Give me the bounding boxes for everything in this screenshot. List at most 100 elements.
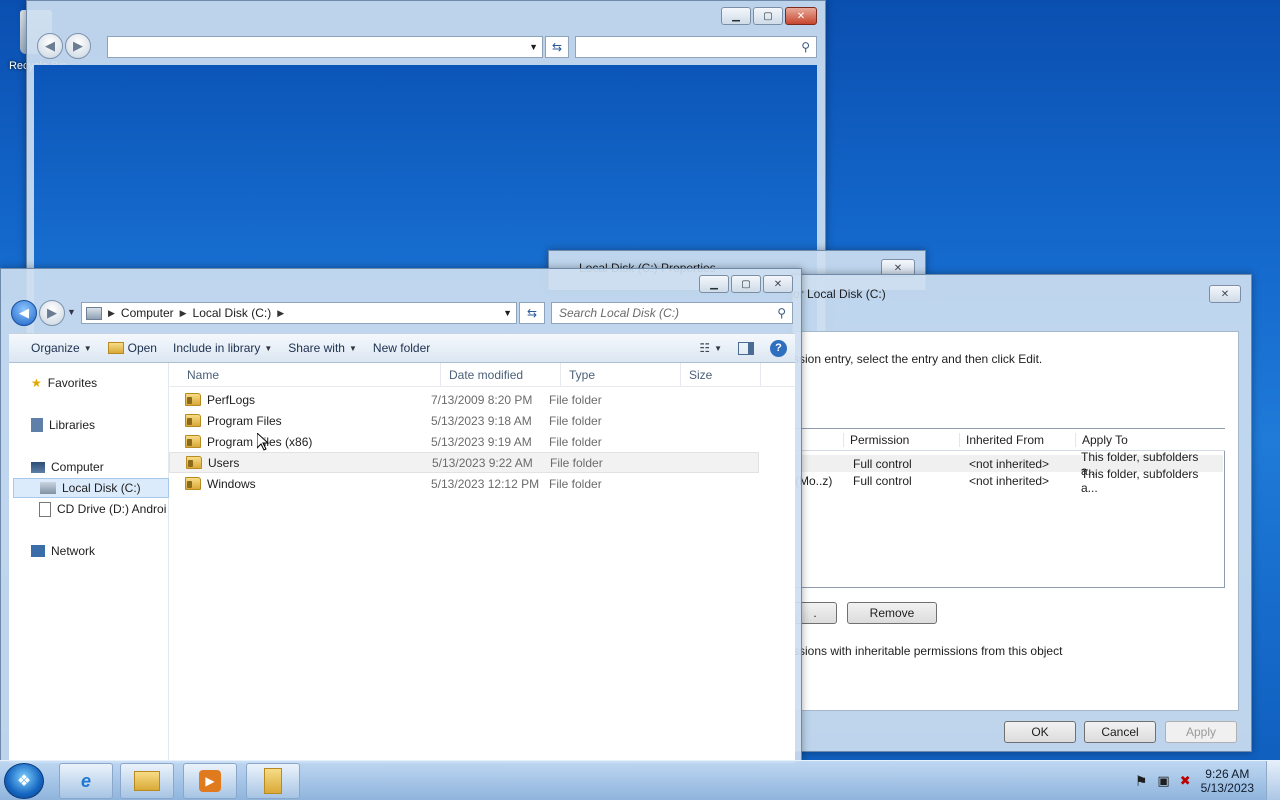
file-row[interactable]: Windows 5/13/2023 12:12 PM File folder: [169, 473, 759, 494]
cancel-button[interactable]: Cancel: [1084, 721, 1156, 743]
arrow-left-icon: ◀: [19, 305, 29, 320]
minimize-icon: ▁: [732, 10, 740, 22]
open-button[interactable]: Open: [100, 333, 165, 363]
permission-row[interactable]: (Mo..z) Full control <not inherited> Thi…: [793, 467, 1223, 495]
nav-computer[interactable]: Computer: [31, 457, 104, 477]
back-button[interactable]: ◀: [11, 300, 37, 326]
file-row[interactable]: Program Files 5/13/2023 9:18 AM File folde…: [169, 410, 759, 431]
breadcrumb-separator-icon[interactable]: ▶: [180, 308, 187, 319]
ok-button[interactable]: OK: [1004, 721, 1076, 743]
chevron-down-icon[interactable]: ▼: [503, 308, 512, 318]
permissions-hint: ssion entry, select the entry and then c…: [793, 352, 1043, 366]
close-icon: ✕: [773, 278, 783, 290]
explorer-caption-buttons: ▁ ▢ ✕: [699, 275, 793, 293]
refresh-icon: ⇆: [551, 40, 563, 54]
apply-button[interactable]: Apply: [1165, 721, 1237, 743]
advanced-title: or Local Disk (C:): [793, 287, 886, 301]
start-button[interactable]: ❖: [4, 763, 44, 799]
permission-entries-list[interactable]: Permission Inherited From Apply To Full …: [793, 428, 1225, 588]
network-icon[interactable]: ▣: [1157, 773, 1169, 789]
col-inherited-from[interactable]: Inherited From: [959, 432, 1075, 447]
advanced-security-window[interactable]: or Local Disk (C:) ✕ ssion entry, select…: [792, 274, 1252, 752]
star-icon: ★: [31, 376, 42, 390]
arrow-right-icon: ▶: [47, 305, 57, 320]
media-player-icon: ▶: [199, 770, 221, 792]
organize-button[interactable]: Organize ▼: [9, 333, 100, 363]
help-button[interactable]: ?: [762, 333, 795, 363]
col-type[interactable]: Type: [561, 362, 681, 387]
nav-local-disk[interactable]: Local Disk (C:): [13, 478, 169, 498]
remove-button[interactable]: Remove: [847, 602, 937, 624]
search-icon: ⚲: [777, 306, 786, 320]
include-in-library-button[interactable]: Include in library ▼: [165, 333, 280, 363]
search-placeholder: Search Local Disk (C:): [559, 306, 680, 320]
permissions-panel: ssion entry, select the entry and then c…: [793, 331, 1239, 711]
breadcrumb-local-disk[interactable]: Local Disk (C:): [193, 306, 272, 320]
col-name[interactable]: Name: [169, 362, 441, 387]
nav-cd-drive[interactable]: CD Drive (D:) Androi: [39, 499, 169, 519]
breadcrumb-computer[interactable]: Computer: [121, 306, 174, 320]
volume-muted-icon[interactable]: ✖: [1180, 773, 1191, 789]
close-button[interactable]: ✕: [763, 275, 793, 293]
maximize-button[interactable]: ▢: [753, 7, 783, 25]
help-icon: ?: [770, 339, 787, 357]
folder-icon: [185, 477, 201, 490]
col-apply-to[interactable]: Apply To: [1075, 432, 1215, 447]
share-with-button[interactable]: Share with ▼: [280, 333, 365, 363]
maximize-button[interactable]: ▢: [731, 275, 761, 293]
recent-pages-chevron-icon[interactable]: ▼: [67, 307, 76, 317]
mouse-cursor-icon: [256, 431, 270, 451]
back-button[interactable]: ◀: [37, 33, 63, 59]
forward-button[interactable]: ▶: [39, 300, 65, 326]
taskbar-explorer-button[interactable]: [120, 763, 174, 799]
replace-permissions-label: ssions with inheritable permissions from…: [793, 644, 1063, 658]
address-bar[interactable]: ▼: [107, 36, 543, 58]
nav-libraries[interactable]: Libraries: [31, 415, 95, 435]
close-icon: ✕: [893, 262, 903, 274]
nav-favorites[interactable]: ★ Favorites: [31, 373, 97, 393]
taskbar-folder-button[interactable]: [246, 763, 300, 799]
change-view-button[interactable]: ☷ ▼: [691, 333, 730, 363]
folder-icon: [185, 393, 201, 406]
minimize-button[interactable]: ▁: [699, 275, 729, 293]
taskbar-media-player-button[interactable]: ▶: [183, 763, 237, 799]
address-bar[interactable]: ▶ Computer ▶ Local Disk (C:) ▶ ▼: [81, 302, 517, 324]
close-button[interactable]: ✕: [785, 7, 817, 25]
breadcrumb-separator-icon[interactable]: ▶: [277, 308, 284, 319]
col-date-modified[interactable]: Date modified: [441, 362, 561, 387]
preview-pane-button[interactable]: [730, 333, 762, 363]
nav-network[interactable]: Network: [31, 541, 95, 561]
navigation-pane: ★ Favorites Libraries Computer Local Disk…: [9, 363, 169, 763]
chevron-down-icon[interactable]: ▼: [529, 42, 538, 52]
file-row[interactable]: Users 5/13/2023 9:22 AM File folder: [169, 452, 759, 473]
search-input[interactable]: Search Local Disk (C:) ⚲: [551, 302, 793, 324]
chevron-down-icon: ▼: [348, 343, 357, 353]
show-desktop-button[interactable]: [1266, 761, 1280, 800]
chevron-down-icon: ▼: [264, 343, 273, 353]
forward-button[interactable]: ▶: [65, 33, 91, 59]
chevron-down-icon: ▼: [83, 343, 92, 353]
action-center-flag-icon[interactable]: ⚑: [1135, 773, 1148, 790]
file-row[interactable]: PerfLogs 7/13/2009 8:20 PM File folder: [169, 389, 759, 410]
minimize-button[interactable]: ▁: [721, 7, 751, 25]
drive-icon: [40, 482, 56, 494]
explorer-window[interactable]: ▁ ▢ ✕ ◀ ▶ ▼ ▶ Computer ▶ Local Disk (C:)…: [0, 268, 802, 763]
system-tray: ⚑ ▣ ✖ 9:26 AM 5/13/2023: [1135, 761, 1254, 800]
close-icon: ✕: [796, 10, 806, 22]
refresh-button[interactable]: ⇆: [519, 302, 545, 324]
clock[interactable]: 9:26 AM 5/13/2023: [1201, 767, 1254, 795]
minimize-icon: ▁: [710, 278, 718, 290]
refresh-button[interactable]: ⇆: [545, 36, 569, 58]
new-folder-button[interactable]: New folder: [365, 333, 438, 363]
file-list: Name Date modified Type Size PerfLogs 7/1…: [169, 362, 795, 763]
close-icon: ✕: [1220, 288, 1230, 300]
view-list-icon: ☷: [699, 341, 711, 355]
search-input[interactable]: ⚲: [575, 36, 817, 58]
taskbar-ie-button[interactable]: e: [59, 763, 113, 799]
col-permission[interactable]: Permission: [843, 432, 959, 447]
arrow-left-icon: ◀: [45, 38, 55, 53]
advanced-close-button[interactable]: ✕: [1209, 285, 1241, 303]
col-size[interactable]: Size: [681, 362, 761, 387]
maximize-icon: ▢: [741, 278, 751, 290]
breadcrumb-separator-icon[interactable]: ▶: [108, 308, 115, 319]
